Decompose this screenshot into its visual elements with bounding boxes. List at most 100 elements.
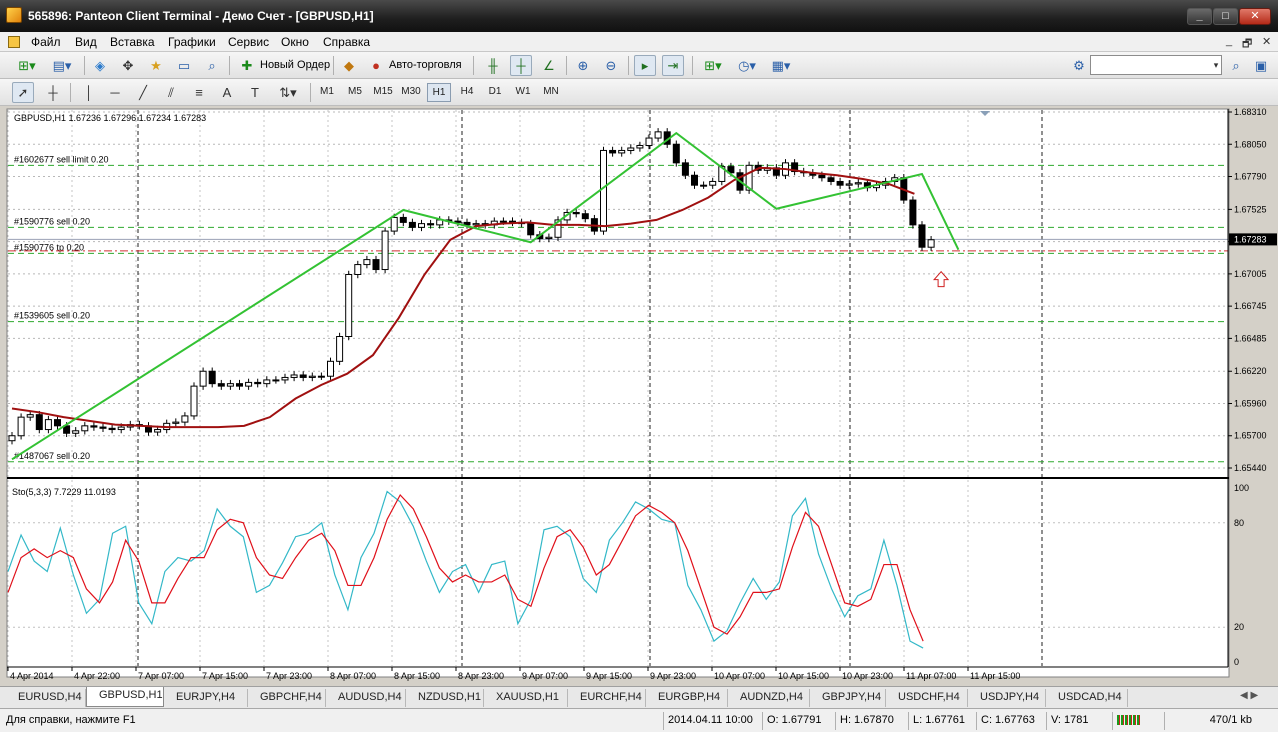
strategy-tester-icon[interactable]: ⌕ [201, 55, 223, 76]
timeframe-m5[interactable]: M5 [343, 83, 367, 102]
chart-tab[interactable]: EURGBP,H4 [646, 689, 728, 707]
candle[interactable] [345, 273, 353, 338]
candle[interactable] [909, 199, 917, 226]
cursor-icon[interactable]: ➚ [12, 82, 34, 103]
text-icon[interactable]: A [216, 82, 238, 103]
candle[interactable] [8, 435, 16, 442]
candle[interactable] [918, 224, 926, 248]
navigator-icon[interactable]: ★ [145, 55, 167, 76]
candle[interactable] [54, 419, 61, 427]
terminal-icon[interactable]: ▭ [173, 55, 195, 76]
candle[interactable] [390, 216, 398, 232]
profiles-icon[interactable]: ▤▾ [48, 55, 76, 76]
candle[interactable] [190, 385, 198, 417]
candle[interactable] [645, 137, 653, 146]
menu-view[interactable]: Вид [75, 35, 97, 49]
chart-tab[interactable]: AUDUSD,H4 [326, 689, 406, 707]
candle[interactable] [627, 147, 635, 151]
candle[interactable] [154, 429, 162, 433]
candle[interactable] [836, 180, 844, 186]
indicators-icon[interactable]: ⊞▾ [698, 55, 728, 76]
candle[interactable] [418, 223, 425, 228]
candle[interactable] [527, 223, 535, 236]
candle[interactable] [363, 259, 371, 266]
candle[interactable] [381, 230, 389, 271]
candle[interactable] [618, 149, 626, 154]
candle[interactable] [572, 211, 580, 215]
templates-icon[interactable]: ▦▾ [766, 55, 796, 76]
candle[interactable] [691, 174, 698, 186]
chart-window[interactable]: #1602677 sell limit 0.20 #1590776 sell 0.… [0, 106, 1278, 686]
chart-shift-icon[interactable]: ⇥ [662, 55, 684, 76]
candle[interactable] [26, 414, 34, 418]
candle[interactable] [472, 223, 480, 226]
trendline-icon[interactable]: ╱ [132, 82, 154, 103]
timeframe-m1[interactable]: M1 [315, 83, 339, 102]
minimize-button[interactable]: _ [1187, 8, 1212, 25]
candle[interactable] [354, 264, 362, 275]
text-label-icon[interactable]: T [244, 82, 266, 103]
settings-gear-icon[interactable]: ⚙ [1068, 55, 1090, 76]
candle[interactable] [427, 223, 435, 226]
candle[interactable] [681, 162, 689, 176]
candle[interactable] [281, 376, 289, 381]
candle[interactable] [709, 180, 717, 186]
new-chart-icon[interactable]: ⊞▾ [12, 55, 42, 76]
candle[interactable] [199, 370, 207, 387]
chart-tab[interactable]: USDCAD,H4 [1046, 689, 1128, 707]
candle[interactable] [181, 415, 189, 423]
periods-icon[interactable]: ◷▾ [732, 55, 762, 76]
chart-tab[interactable]: AUDNZD,H4 [728, 689, 810, 707]
document-icon[interactable] [8, 36, 20, 48]
menu-file[interactable]: Файл [31, 35, 61, 49]
menu-tools[interactable]: Сервис [228, 35, 269, 49]
menu-insert[interactable]: Вставка [110, 35, 155, 49]
timeframe-d1[interactable]: D1 [483, 83, 507, 102]
candle[interactable] [17, 416, 25, 437]
candle[interactable] [44, 419, 52, 431]
candle[interactable] [290, 374, 298, 378]
candle[interactable] [336, 336, 344, 362]
maximize-button[interactable]: □ [1213, 8, 1238, 25]
auto-trading-icon[interactable]: ● [365, 55, 387, 76]
timeframe-h1[interactable]: H1 [427, 83, 451, 102]
candle[interactable] [172, 421, 180, 424]
timeframe-m30[interactable]: M30 [399, 83, 423, 102]
candle[interactable] [299, 374, 307, 378]
candle[interactable] [927, 239, 935, 248]
metaeditor-icon[interactable]: ◆ [338, 55, 360, 76]
zoom-in-icon[interactable]: ⊕ [572, 55, 594, 76]
candle[interactable] [208, 370, 216, 385]
horizontal-line-icon[interactable]: ─ [104, 82, 126, 103]
candle[interactable] [399, 216, 407, 223]
menu-charts[interactable]: Графики [168, 35, 216, 49]
candle[interactable] [81, 425, 89, 432]
search-dropdown-icon[interactable]: ▾ [1209, 55, 1223, 76]
candle[interactable] [236, 383, 243, 387]
search-input[interactable] [1090, 55, 1222, 75]
chart-tab[interactable]: EURCHF,H4 [568, 689, 646, 707]
chart-tab[interactable]: XAUUSD,H1 [484, 689, 568, 707]
mdi-close-button[interactable]: ✕ [1262, 35, 1271, 48]
timeframe-h4[interactable]: H4 [455, 83, 479, 102]
chart-tab[interactable]: NZDUSD,H1 [406, 689, 484, 707]
candle[interactable] [454, 220, 462, 223]
candle[interactable] [272, 379, 280, 382]
chart-canvas[interactable]: #1602677 sell limit 0.20 #1590776 sell 0.… [0, 106, 1278, 686]
candle[interactable] [72, 430, 80, 434]
auto-trading-button[interactable]: Авто-торговля [389, 59, 462, 71]
candle[interactable] [609, 149, 617, 154]
data-window-icon[interactable]: ✥ [117, 55, 139, 76]
candle[interactable] [263, 379, 271, 385]
candle[interactable] [372, 259, 380, 271]
candle[interactable] [581, 213, 589, 220]
chart-tab[interactable]: EURJPY,H4 [164, 689, 248, 707]
candle[interactable] [654, 131, 662, 139]
candle[interactable] [854, 182, 862, 185]
chart-tab[interactable]: GBPUSD,H1 [86, 687, 164, 707]
candlestick-icon[interactable]: ┼ [510, 55, 532, 76]
timeframe-mn[interactable]: MN [539, 83, 563, 102]
candle[interactable] [90, 425, 98, 428]
close-button[interactable]: ✕ [1239, 8, 1271, 25]
chart-tab[interactable]: EURUSD,H4 [6, 689, 86, 707]
